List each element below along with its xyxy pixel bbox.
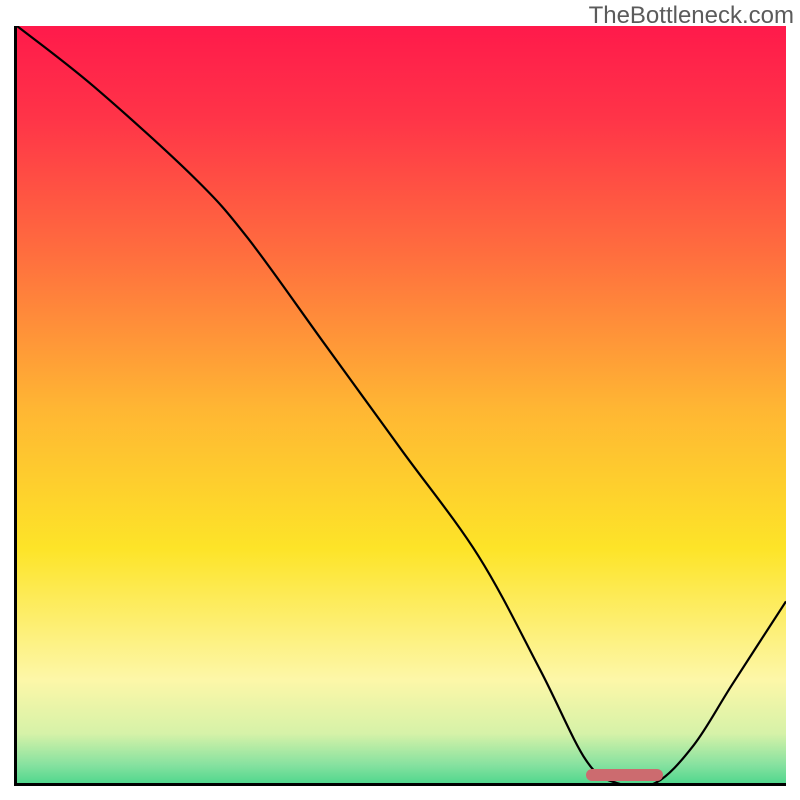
curve-svg bbox=[17, 26, 786, 783]
plot-area bbox=[14, 26, 786, 786]
bottleneck-curve-path bbox=[17, 26, 786, 786]
chart-container: TheBottleneck.com bbox=[0, 0, 800, 800]
optimum-marker bbox=[586, 769, 663, 781]
watermark-text: TheBottleneck.com bbox=[589, 2, 794, 30]
